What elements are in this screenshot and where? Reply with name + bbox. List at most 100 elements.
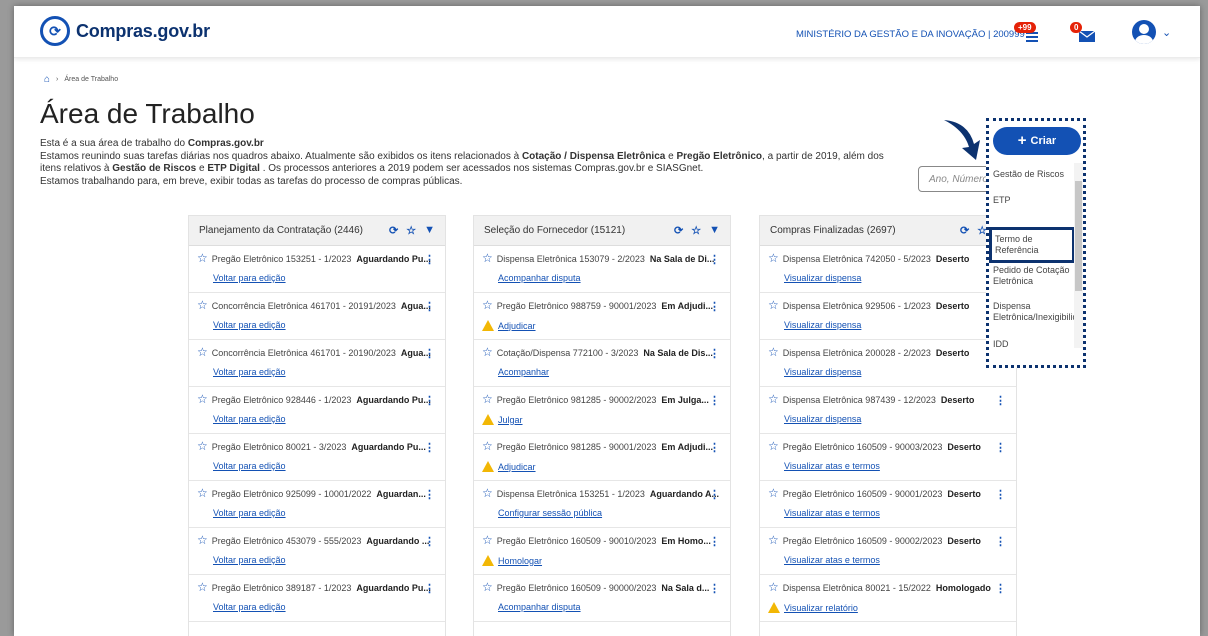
favorite-star-icon[interactable]: ☆ bbox=[197, 582, 208, 593]
kebab-menu-icon[interactable]: ⋮ bbox=[709, 582, 720, 595]
action-link[interactable]: Visualizar atas e termos bbox=[784, 555, 880, 565]
action-link[interactable]: Visualizar dispensa bbox=[784, 414, 861, 424]
list-item[interactable]: ☆ Pregão Eletrônico 925099 - 10001/2022 Ag… bbox=[189, 481, 445, 528]
create-menu-item[interactable]: IDD bbox=[989, 339, 1075, 350]
kebab-menu-icon[interactable]: ⋮ bbox=[424, 253, 435, 266]
action-link[interactable]: Voltar para edição bbox=[213, 508, 286, 518]
user-menu[interactable]: ⌄ bbox=[1132, 20, 1171, 44]
action-link[interactable]: Visualizar dispensa bbox=[784, 367, 861, 377]
kebab-menu-icon[interactable]: ⋮ bbox=[424, 394, 435, 407]
list-item[interactable]: ☆ Pregão Eletrônico 160509 - 90003/2023 De… bbox=[760, 434, 1016, 481]
favorite-star-icon[interactable]: ☆ bbox=[482, 347, 493, 358]
list-item[interactable]: ☆ Pregão Eletrônico 981285 - 90001/2023 Em… bbox=[474, 434, 730, 481]
kebab-menu-icon[interactable]: ⋮ bbox=[709, 300, 720, 313]
action-link[interactable]: Adjudicar bbox=[498, 321, 536, 331]
favorite-star-icon[interactable]: ☆ bbox=[197, 253, 208, 264]
list-item[interactable]: ☆ Dispensa Eletrônica 153079 - 2/2023 Na S… bbox=[474, 246, 730, 293]
list-item[interactable]: ☆ Pregão Eletrônico 981285 - 90002/2023 Em… bbox=[474, 387, 730, 434]
list-item[interactable]: ☆ Cotação/Dispensa 772100 - 3/2023 Na Sala… bbox=[474, 340, 730, 387]
filter-icon[interactable]: ▼ bbox=[424, 224, 435, 237]
create-menu-item[interactable]: Termo de Referência bbox=[989, 227, 1075, 263]
compras-logo[interactable]: ⟳ Compras.gov.br bbox=[40, 16, 210, 46]
kebab-menu-icon[interactable]: ⋮ bbox=[709, 488, 720, 501]
favorite-star-icon[interactable]: ☆ bbox=[482, 394, 493, 405]
favorite-star-icon[interactable]: ☆ bbox=[197, 300, 208, 311]
favorite-star-icon[interactable]: ☆ bbox=[768, 394, 779, 405]
refresh-icon[interactable]: ⟳ bbox=[674, 224, 683, 237]
create-menu-item[interactable]: Dispensa Eletrônica/Inexigibilidade bbox=[989, 301, 1083, 323]
list-item[interactable]: ☆ Dispensa Eletrônica 200028 - 2/2023 Dese… bbox=[760, 340, 1016, 387]
kebab-menu-icon[interactable]: ⋮ bbox=[709, 394, 720, 407]
kebab-menu-icon[interactable]: ⋮ bbox=[424, 300, 435, 313]
list-item[interactable]: ☆ Pregão Eletrônico 453079 - 555/2023 Agua… bbox=[189, 528, 445, 575]
action-link[interactable]: Julgar bbox=[498, 415, 523, 425]
favorite-star-icon[interactable]: ☆ bbox=[197, 347, 208, 358]
favorite-star-icon[interactable]: ☆ bbox=[197, 441, 208, 452]
list-item[interactable]: ☆ Pregão Eletrônico 988759 - 90001/2023 Em… bbox=[474, 293, 730, 340]
menu-scrollbar[interactable] bbox=[1074, 163, 1083, 348]
kebab-menu-icon[interactable]: ⋮ bbox=[709, 441, 720, 454]
star-icon[interactable]: ☆ bbox=[406, 224, 416, 237]
home-icon[interactable]: ⌂ bbox=[44, 74, 50, 85]
action-link[interactable]: Adjudicar bbox=[498, 462, 536, 472]
action-link[interactable]: Voltar para edição bbox=[213, 555, 286, 565]
kebab-menu-icon[interactable]: ⋮ bbox=[424, 488, 435, 501]
action-link[interactable]: Acompanhar bbox=[498, 367, 549, 377]
favorite-star-icon[interactable]: ☆ bbox=[768, 253, 779, 264]
action-link[interactable]: Voltar para edição bbox=[213, 461, 286, 471]
filter-icon[interactable]: ▼ bbox=[709, 224, 720, 237]
action-link[interactable]: Homologar bbox=[498, 556, 542, 566]
action-link[interactable]: Visualizar relatório bbox=[784, 603, 858, 613]
list-item[interactable]: ☆ Dispensa Eletrônica 929506 - 1/2023 Dese… bbox=[760, 293, 1016, 340]
list-item[interactable]: ☆ Dispensa Eletrônica 80021 - 15/2022 Homo… bbox=[760, 575, 1016, 622]
notifications-button[interactable]: +99 bbox=[1014, 22, 1040, 44]
action-link[interactable]: Visualizar dispensa bbox=[784, 273, 861, 283]
list-item[interactable]: ☆ Concorrência Eletrônica 461701 - 20191/… bbox=[189, 293, 445, 340]
action-link[interactable]: Voltar para edição bbox=[213, 367, 286, 377]
favorite-star-icon[interactable]: ☆ bbox=[482, 300, 493, 311]
favorite-star-icon[interactable]: ☆ bbox=[768, 441, 779, 452]
favorite-star-icon[interactable]: ☆ bbox=[768, 347, 779, 358]
favorite-star-icon[interactable]: ☆ bbox=[197, 535, 208, 546]
favorite-star-icon[interactable]: ☆ bbox=[482, 582, 493, 593]
create-menu-item[interactable]: Pedido de Cotação Eletrônica bbox=[989, 265, 1075, 287]
action-link[interactable]: Acompanhar disputa bbox=[498, 602, 581, 612]
favorite-star-icon[interactable]: ☆ bbox=[482, 535, 493, 546]
favorite-star-icon[interactable]: ☆ bbox=[197, 394, 208, 405]
favorite-star-icon[interactable]: ☆ bbox=[768, 535, 779, 546]
favorite-star-icon[interactable]: ☆ bbox=[768, 300, 779, 311]
action-link[interactable]: Voltar para edição bbox=[213, 414, 286, 424]
list-item[interactable]: ☆ Pregão Eletrônico 80021 - 3/2023 Aguarda… bbox=[189, 434, 445, 481]
refresh-icon[interactable]: ⟳ bbox=[960, 224, 969, 237]
kebab-menu-icon[interactable]: ⋮ bbox=[709, 347, 720, 360]
action-link[interactable]: Visualizar atas e termos bbox=[784, 461, 880, 471]
create-button[interactable]: + Criar bbox=[993, 127, 1081, 155]
action-link[interactable]: Visualizar dispensa bbox=[784, 320, 861, 330]
action-link[interactable]: Voltar para edição bbox=[213, 602, 286, 612]
favorite-star-icon[interactable]: ☆ bbox=[482, 441, 493, 452]
kebab-menu-icon[interactable]: ⋮ bbox=[995, 488, 1006, 501]
kebab-menu-icon[interactable]: ⋮ bbox=[424, 347, 435, 360]
list-item[interactable]: ☆ Pregão Eletrônico 160509 - 90002/2023 De… bbox=[760, 528, 1016, 575]
list-item[interactable]: ☆ Pregão Eletrônico 160509 - 90010/2023 Em… bbox=[474, 528, 730, 575]
list-item[interactable]: ☆ Pregão Eletrônico 160509 - 90001/2023 De… bbox=[760, 481, 1016, 528]
create-menu-item[interactable]: ETP bbox=[989, 195, 1075, 206]
list-item[interactable]: ☆ Pregão Eletrônico 389187 - 1/2023 Aguard… bbox=[189, 575, 445, 622]
kebab-menu-icon[interactable]: ⋮ bbox=[709, 535, 720, 548]
action-link[interactable]: Visualizar atas e termos bbox=[784, 508, 880, 518]
kebab-menu-icon[interactable]: ⋮ bbox=[995, 394, 1006, 407]
favorite-star-icon[interactable]: ☆ bbox=[482, 488, 493, 499]
kebab-menu-icon[interactable]: ⋮ bbox=[709, 253, 720, 266]
kebab-menu-icon[interactable]: ⋮ bbox=[995, 535, 1006, 548]
create-menu-item[interactable]: Gestão de Riscos bbox=[989, 169, 1075, 180]
kebab-menu-icon[interactable]: ⋮ bbox=[424, 582, 435, 595]
list-item[interactable]: ☆ Pregão Eletrônico 160509 - 90000/2023 Na… bbox=[474, 575, 730, 622]
kebab-menu-icon[interactable]: ⋮ bbox=[995, 441, 1006, 454]
refresh-icon[interactable]: ⟳ bbox=[389, 224, 398, 237]
scrollbar-thumb[interactable] bbox=[1075, 181, 1082, 291]
list-item[interactable]: ☆ Pregão Eletrônico 928446 - 1/2023 Aguard… bbox=[189, 387, 445, 434]
action-link[interactable]: Voltar para edição bbox=[213, 273, 286, 283]
star-icon[interactable]: ☆ bbox=[691, 224, 701, 237]
kebab-menu-icon[interactable]: ⋮ bbox=[424, 441, 435, 454]
kebab-menu-icon[interactable]: ⋮ bbox=[424, 535, 435, 548]
